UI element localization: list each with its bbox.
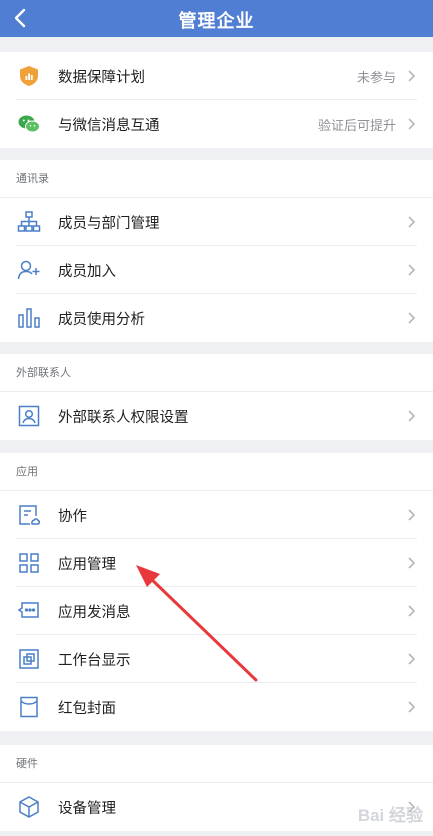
row-label: 应用发消息 [58,605,131,621]
chevron-right-icon [408,557,416,569]
row-label: 与微信消息互通 [58,118,160,134]
row-wechat-interop[interactable]: 与微信消息互通 验证后可提升 [0,100,433,148]
section-header-external: 外部联系人 [0,354,433,392]
collaboration-icon [19,505,41,525]
chevron-right-icon [408,605,416,617]
workbench-icon [19,649,39,669]
red-envelope-icon [20,696,38,718]
row-external-permissions[interactable]: 外部联系人权限设置 [0,392,433,440]
row-collaboration[interactable]: 协作 [0,491,433,539]
chevron-right-icon [408,264,416,276]
row-red-envelope-cover[interactable]: 红包封面 [0,683,433,731]
row-label: 设备管理 [58,801,116,817]
row-value: 未参与 [356,70,396,85]
row-label: 成员与部门管理 [58,216,160,232]
add-member-icon [17,260,40,280]
external-contacts-group: 外部联系人 外部联系人权限设置 [0,354,433,440]
org-chart-icon [17,211,41,232]
row-label: 红包封面 [58,701,116,717]
row-value: 验证后可提升 [317,118,396,133]
watermark: Bai 经验 [357,806,423,825]
chevron-right-icon [408,118,416,130]
row-member-join[interactable]: 成员加入 [0,246,433,294]
contact-card-icon [18,405,40,427]
contacts-group: 通讯录 成员与部门管理 成员加入 成员使用分析 [0,160,433,342]
row-label: 外部联系人权限设置 [58,410,189,426]
page-title: 管理企业 [178,11,255,31]
apps-group: 应用 协作 应用管理 应用发消息 工作台显示 红包封面 [0,453,433,731]
chevron-right-icon [408,216,416,228]
row-app-messaging[interactable]: 应用发消息 [0,587,433,635]
section-header-apps: 应用 [0,453,433,491]
device-cube-icon [19,796,39,818]
row-app-management[interactable]: 应用管理 [0,539,433,587]
chevron-right-icon [408,509,416,521]
bar-chart-icon [18,308,40,328]
chevron-right-icon [408,312,416,324]
row-data-protection[interactable]: 数据保障计划 未参与 [0,52,433,100]
row-label: 数据保障计划 [58,70,145,86]
shield-icon [20,66,38,86]
row-workbench-display[interactable]: 工作台显示 [0,635,433,683]
section-header-hardware: 硬件 [0,745,433,783]
row-label: 成员加入 [58,264,116,280]
wechat-icon [18,115,40,133]
app-grid-icon [19,553,39,573]
row-label: 应用管理 [58,557,116,573]
security-group: 数据保障计划 未参与 与微信消息互通 验证后可提升 [0,52,433,148]
message-icon [17,602,39,618]
chevron-right-icon [408,70,416,82]
row-member-analytics[interactable]: 成员使用分析 [0,294,433,342]
nav-bar: 管理企业 [0,0,433,37]
chevron-right-icon [408,653,416,665]
row-members-departments[interactable]: 成员与部门管理 [0,198,433,246]
row-label: 成员使用分析 [58,312,145,328]
section-header-contacts: 通讯录 [0,160,433,198]
chevron-right-icon [408,410,416,422]
chevron-right-icon [408,701,416,713]
row-label: 工作台显示 [58,653,131,669]
row-label: 协作 [58,509,87,525]
